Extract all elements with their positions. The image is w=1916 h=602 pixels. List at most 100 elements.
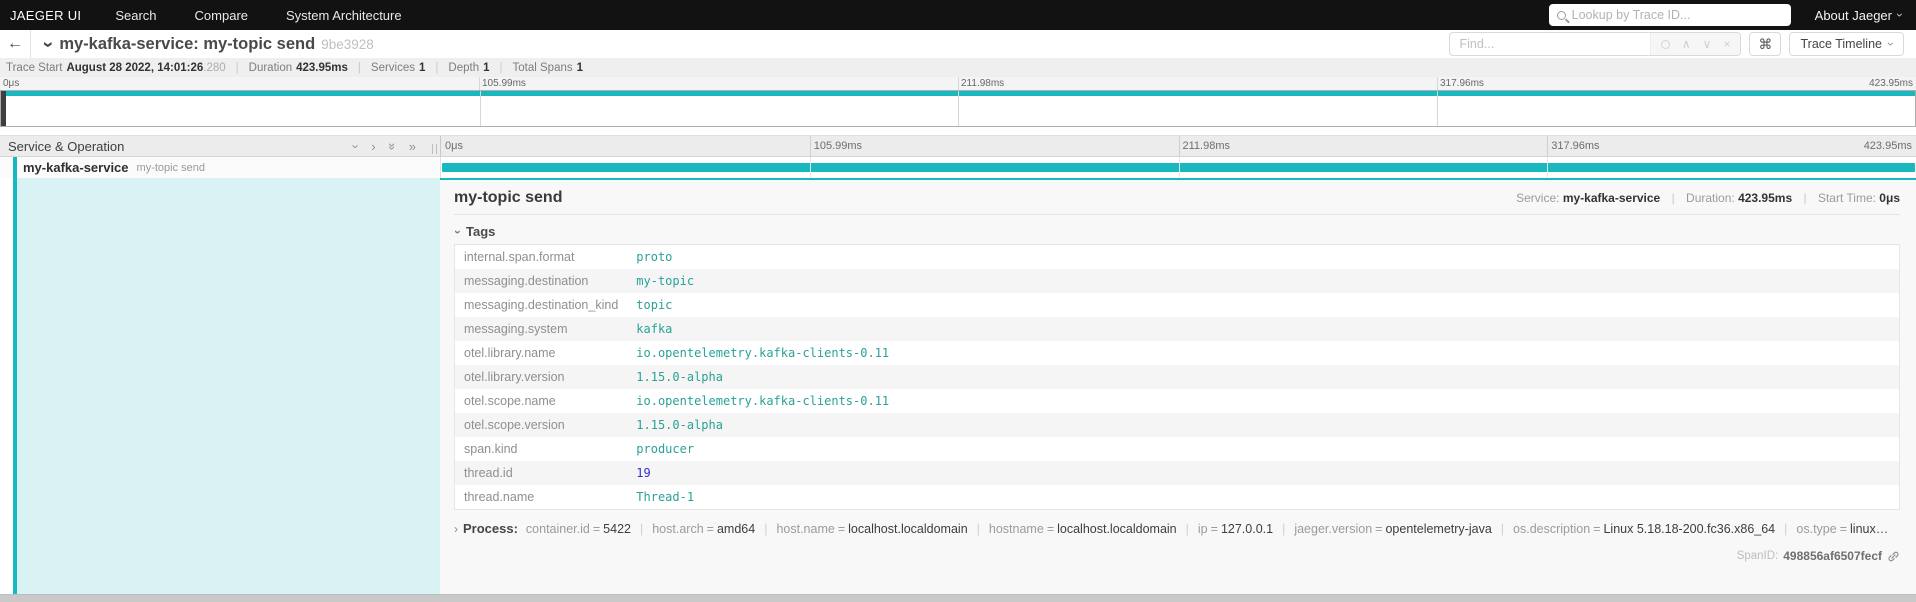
services-value: 1: [419, 61, 426, 74]
process-attributes: container.id = 5422 | host.arch = amd64 | host.n…: [526, 522, 1900, 536]
divider: |: [639, 522, 644, 536]
chevron-down-icon: ›: [1893, 13, 1907, 17]
tick-label: 105.99ms: [813, 140, 863, 152]
total-spans-value: 1: [576, 61, 584, 74]
service-operation-header: Service & Operation › › » »: [0, 136, 440, 156]
clear-find-icon[interactable]: ×: [1723, 38, 1730, 50]
service-label: Service:: [1516, 191, 1560, 205]
service-value: my-kafka-service: [1562, 191, 1661, 205]
divider: |: [235, 61, 239, 74]
trace-start-label: Trace Start: [6, 61, 63, 74]
divider: |: [976, 522, 980, 536]
tag-key: span.kind: [464, 442, 518, 456]
spacer: [0, 127, 1916, 135]
trace-title-bar: ← › my-kafka-service: my-topic send 9be39…: [0, 30, 1916, 58]
tag-row: otel.scope.name io.opentelemetry.kafka-cl…: [455, 389, 1900, 413]
expand-all-icon[interactable]: »: [409, 140, 416, 153]
divider: |: [1500, 522, 1505, 536]
process-value: localhost.localdomain: [1057, 522, 1177, 536]
divider: [30, 30, 31, 58]
next-match-icon[interactable]: ∨: [1703, 38, 1712, 50]
trace-lookup-input[interactable]: [1571, 8, 1783, 22]
tag-value: topic: [636, 298, 673, 312]
divider: |: [1784, 522, 1788, 536]
column-resizer-handle[interactable]: [432, 144, 437, 154]
tag-row: thread.name Thread-1: [455, 485, 1900, 510]
tag-value: 19: [636, 466, 651, 480]
collapse-all-icon[interactable]: »: [385, 142, 400, 149]
find-controls: ∧ ∨ ×: [1649, 33, 1741, 55]
tag-value: producer: [636, 442, 695, 456]
duration-label: Duration:: [1686, 191, 1735, 205]
divider: |: [764, 522, 768, 536]
tag-key: otel.scope.name: [464, 394, 556, 408]
divider: |: [1671, 191, 1675, 205]
about-jaeger-menu[interactable]: About Jaeger ›: [1815, 8, 1907, 23]
tick-label: 211.98ms: [1182, 140, 1231, 152]
process-key: hostname: [988, 522, 1044, 536]
equals-sign: =: [592, 522, 601, 536]
tag-value: io.opentelemetry.kafka-clients-0.11: [636, 346, 890, 360]
nav-item-compare[interactable]: Compare: [195, 8, 248, 23]
trace-lookup-box[interactable]: [1548, 4, 1791, 26]
back-button[interactable]: ←: [0, 30, 30, 58]
keyboard-shortcuts-button[interactable]: ⌘: [1749, 32, 1782, 56]
process-key: host.name: [776, 522, 835, 536]
tag-row: internal.span.format proto: [455, 245, 1900, 270]
span-row[interactable]: my-kafka-service my-topic send: [0, 157, 1916, 178]
top-nav-menu: Search Compare System Architecture: [115, 8, 401, 23]
process-section-toggle[interactable]: › Process: container.id = 5422 | host.arch = amd…: [454, 521, 1900, 536]
process-value: 5422: [603, 522, 631, 536]
timeline-gridline: [1178, 157, 1180, 178]
timeline-gridline: [1436, 91, 1438, 126]
tag-key: otel.library.version: [464, 370, 565, 384]
process-value: linux: [1850, 522, 1876, 536]
nav-item-system-architecture[interactable]: System Architecture: [286, 8, 402, 23]
trace-title: my-kafka-service: my-topic send 9be3928: [59, 35, 373, 54]
focus-match-icon[interactable]: [1660, 39, 1670, 49]
previous-match-icon[interactable]: ∧: [1682, 38, 1691, 50]
minimap-scrubber-handle[interactable]: [1, 91, 6, 126]
equals-sign: =: [1593, 522, 1601, 536]
timeline-gridline: [958, 91, 959, 126]
tag-value: kafka: [636, 322, 673, 336]
copy-link-icon[interactable]: [1887, 550, 1900, 563]
equals-sign: =: [1375, 522, 1383, 536]
service-operation-label: Service & Operation: [8, 138, 125, 154]
bottom-scrollbar-strip[interactable]: [0, 594, 1916, 602]
tag-value: 1.15.0-alpha: [636, 370, 723, 384]
jaeger-trace-page: JAEGER UI Search Compare System Architectu…: [0, 0, 1916, 602]
tick-label: 211.98ms: [961, 78, 1005, 89]
trace-start-value: August 28 2022, 14:01:26: [66, 61, 204, 74]
nav-item-search[interactable]: Search: [115, 8, 156, 23]
trace-view-selector[interactable]: Trace Timeline ›: [1789, 32, 1904, 56]
tag-key: internal.span.format: [464, 250, 575, 264]
tag-key: messaging.destination_kind: [464, 298, 619, 312]
app-logo[interactable]: JAEGER UI: [10, 8, 81, 23]
tags-section-toggle[interactable]: › Tags: [451, 221, 1900, 244]
process-label: Process:: [463, 521, 518, 536]
total-spans-label: Total Spans: [512, 61, 573, 74]
process-key: jaeger.version: [1294, 522, 1373, 536]
tag-value: 1.15.0-alpha: [636, 418, 723, 432]
tag-key: messaging.system: [464, 322, 568, 336]
collapse-one-icon[interactable]: ›: [349, 144, 364, 148]
span-timeline-cell[interactable]: [440, 157, 1916, 178]
equals-sign: =: [837, 522, 846, 536]
span-name-cell[interactable]: my-kafka-service my-topic send: [13, 157, 440, 178]
tag-key: thread.id: [464, 466, 513, 480]
timeline-gridline: [809, 157, 811, 178]
tag-key: otel.library.name: [464, 346, 556, 360]
collapse-trace-chevron-icon[interactable]: ›: [38, 41, 59, 47]
trace-minimap[interactable]: [0, 90, 1916, 127]
tick-label: 105.99ms: [482, 78, 526, 89]
find-input[interactable]: [1450, 37, 1650, 51]
tag-key: thread.name: [464, 490, 535, 504]
divider: |: [357, 61, 361, 74]
tag-value: proto: [636, 250, 673, 264]
span-id-value: 498856af6507fecf: [1783, 549, 1882, 563]
timeline-tick-header: 0μs 105.99ms 211.98ms 317.96ms 423.95ms: [440, 136, 1916, 156]
chevron-down-icon: ›: [1884, 42, 1898, 46]
expand-one-icon[interactable]: ›: [371, 140, 375, 153]
divider: |: [435, 61, 439, 74]
